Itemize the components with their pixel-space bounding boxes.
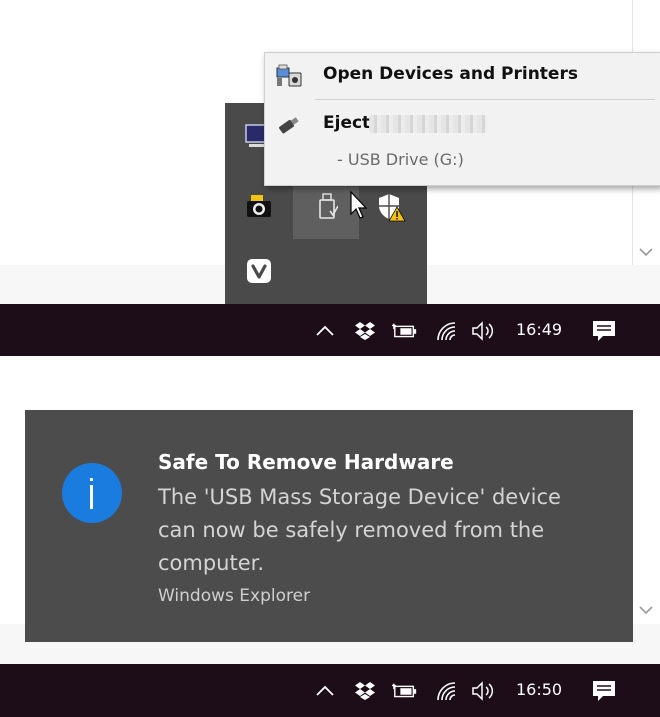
devices-printers-icon [276,64,302,87]
dropbox-icon[interactable] [352,678,378,704]
menu-item-open-devices-and-printers[interactable]: Open Devices and Printers [265,53,660,99]
menu-separator [315,99,655,100]
open-devices-label: Open Devices and Printers [323,64,578,84]
scroll-down-chevron-icon[interactable] [638,604,654,616]
dropbox-icon[interactable] [352,318,378,344]
blurred-device-name [369,115,487,133]
chevron-up-icon[interactable] [312,678,338,704]
chevron-up-icon[interactable] [312,318,338,344]
volume-icon[interactable] [470,678,496,704]
vivaldi-icon[interactable] [244,256,274,286]
security-warning-icon[interactable] [376,192,406,222]
scroll-down-chevron-icon[interactable] [638,246,654,258]
usb-context-menu: Open Devices and Printers Eject - USB Dr… [264,52,660,186]
taskbar-clock[interactable]: 16:49 [516,320,562,339]
battery-icon[interactable] [392,318,418,344]
wifi-icon[interactable] [434,678,460,704]
taskbar-clock[interactable]: 16:50 [516,680,562,699]
toast-body: The 'USB Mass Storage Device' device can… [158,485,561,575]
camera-icon[interactable] [244,192,274,222]
safe-to-remove-toast[interactable]: Safe To Remove Hardware The 'USB Mass St… [25,410,633,642]
menu-subitem-usb-drive[interactable]: - USB Drive (G:) [337,150,464,169]
volume-icon[interactable] [470,318,496,344]
usb-drive-icon[interactable] [312,192,342,222]
notification-icon[interactable] [591,678,617,704]
battery-icon[interactable] [392,678,418,704]
eject-label: Eject [323,113,371,133]
wifi-icon[interactable] [434,318,460,344]
taskbar-bottom: 16:50 [0,664,660,717]
info-icon [62,463,122,523]
notification-icon[interactable] [591,318,617,344]
taskbar-top: 16:49 [0,304,660,356]
toast-title: Safe To Remove Hardware [158,450,454,474]
mouse-cursor-icon [344,190,374,220]
toast-source: Windows Explorer [158,586,311,606]
menu-item-eject[interactable]: Eject [265,105,660,145]
usb-eject-icon [279,117,299,134]
